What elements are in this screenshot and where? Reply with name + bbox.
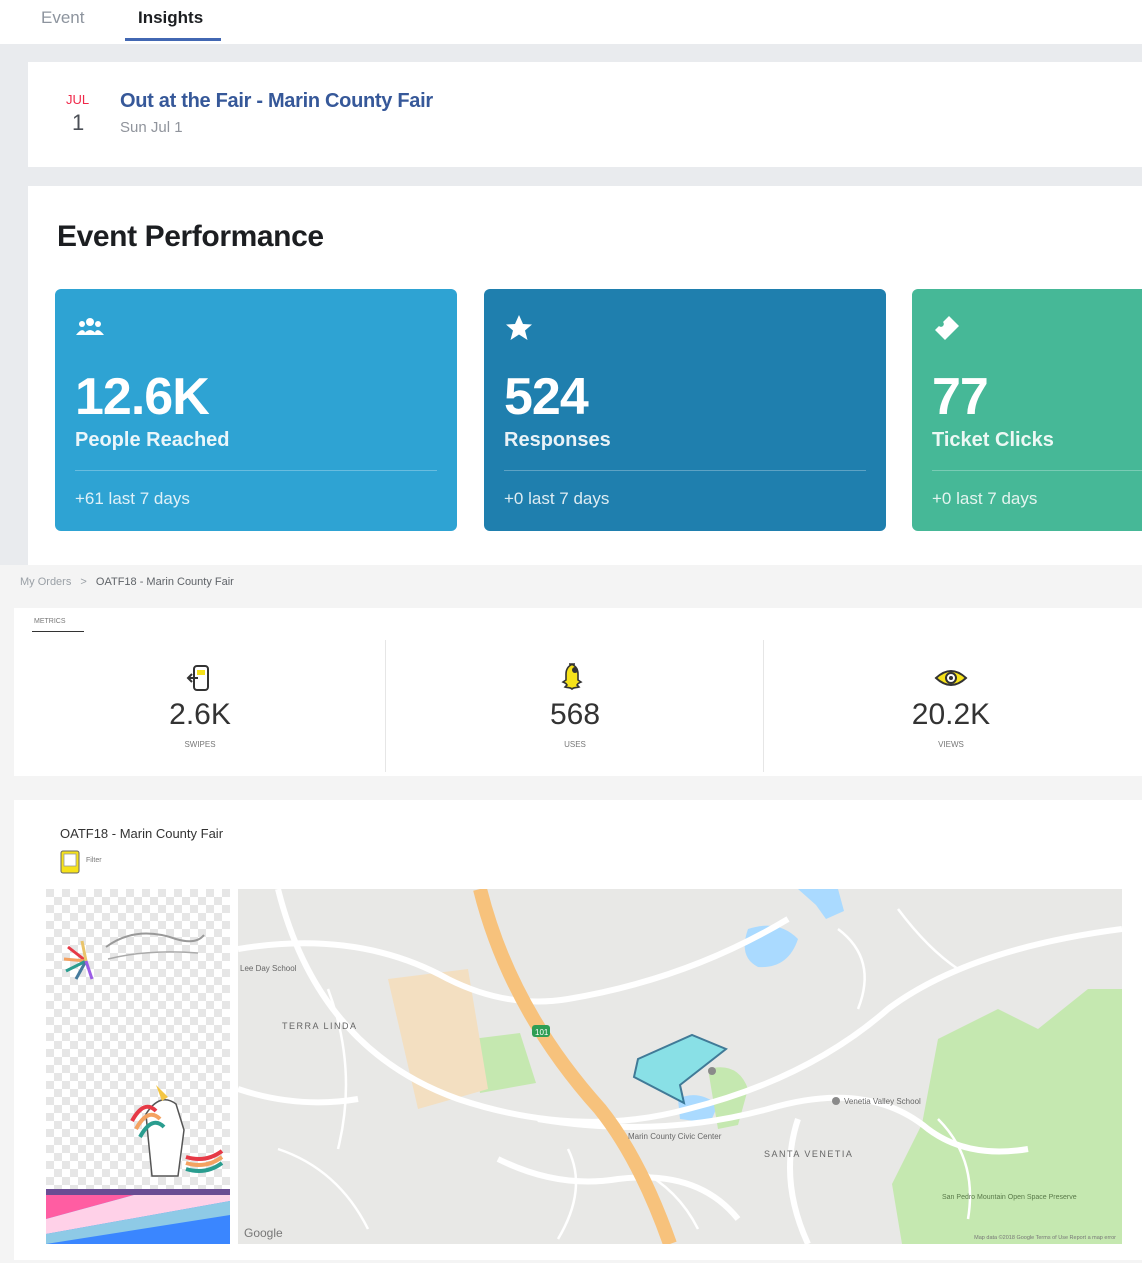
snapchat-ghost-icon [561,663,583,691]
star-icon [506,315,532,340]
tab-insights[interactable]: Insights [138,8,203,28]
stat-label: People Reached [75,429,230,451]
stat-delta: +0 last 7 days [504,489,610,508]
metric-label: USES [564,740,586,749]
map-credits[interactable]: Map data ©2018 Google Terms of Use Repor… [974,1234,1116,1241]
ticket-icon [935,316,959,340]
map-label-santa-venetia: SANTA VENETIA [764,1149,853,1159]
tab-event[interactable]: Event [41,8,84,28]
active-tab-indicator [125,38,221,41]
map-label-lee-day-school: Lee Day School [240,964,297,973]
metric-value: 20.2K [911,698,991,731]
stat-label: Ticket Clicks [932,429,1054,451]
map-label-terra-linda: TERRA LINDA [282,1021,358,1031]
map-pin-icon [832,1097,840,1105]
map-label-highway-101: 101 [535,1028,549,1037]
filter-badge-label: Filter [86,857,102,864]
breadcrumb-root[interactable]: My Orders [20,576,71,588]
divider [763,640,764,772]
geofilter-title: OATF18 - Marin County Fair [60,826,224,841]
geofence-map[interactable]: TERRA LINDA SANTA VENETIA Marin County C… [238,889,1122,1244]
breadcrumb-separator: > [80,576,87,588]
metric-label: VIEWS [938,740,964,749]
calendar-month: JUL [66,92,90,107]
breadcrumb-current: OATF18 - Marin County Fair [95,576,234,588]
divider [932,470,1142,471]
stat-tile-responses[interactable]: 524 Responses +0 last 7 days [484,289,886,531]
stat-label: Responses [504,429,611,451]
filter-preview[interactable] [46,889,230,1244]
rainbow-footer-graphic [46,1189,230,1244]
stat-tile-people-reached[interactable]: 12.6K People Reached +61 last 7 days [55,289,457,531]
active-tab-indicator [32,631,84,632]
swipe-icon [186,665,209,691]
stat-delta: +61 last 7 days [75,489,190,508]
section-title: Event Performance [57,220,324,253]
stat-delta: +0 last 7 days [932,489,1038,508]
stat-value: 524 [504,368,589,426]
metric-label: SWIPES [184,740,216,749]
google-logo: Google [244,1226,283,1240]
stat-value: 12.6K [75,368,210,426]
calendar-day: 1 [72,110,85,135]
divider [385,640,386,772]
people-icon [76,318,104,335]
map-pin-icon [708,1067,716,1075]
map-label-school: Venetia Valley School [844,1097,921,1106]
divider [75,470,437,471]
eye-icon [934,670,968,686]
metric-value: 2.6K [169,698,231,731]
tab-metrics[interactable]: METRICS [34,618,66,625]
map-label-park: San Pedro Mountain Open Space Preserve [942,1194,1077,1201]
filter-badge-icon [60,850,80,874]
event-title-link[interactable]: Out at the Fair - Marin County Fair [120,90,433,113]
breadcrumb: My Orders > OATF18 - Marin County Fair [20,576,234,588]
stat-tile-ticket-clicks[interactable]: 77 Ticket Clicks +0 last 7 days [912,289,1142,531]
event-date: Sun Jul 1 [120,119,183,136]
stat-value: 77 [932,368,989,426]
map-label-civic-center: Marin County Civic Center [628,1132,722,1141]
event-header-card [28,62,1142,167]
metric-value: 568 [549,698,601,731]
divider [504,470,866,471]
